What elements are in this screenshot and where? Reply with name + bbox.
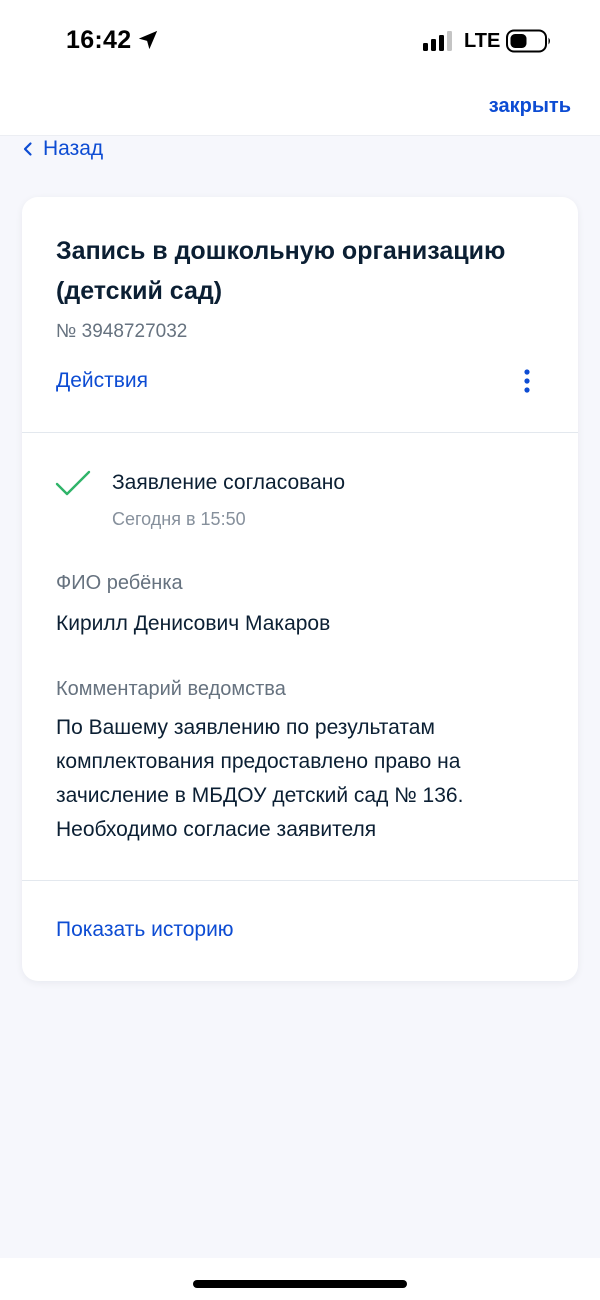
back-link[interactable]: Назад xyxy=(22,135,103,163)
department-comment-value: По Вашему заявлению по результатам компл… xyxy=(56,716,464,841)
divider xyxy=(22,432,578,433)
child-name-value: Кирилл Денисович Макаров xyxy=(56,612,331,635)
child-name-label: ФИО ребёнка xyxy=(56,572,183,594)
application-card: Запись в дошкольную организацию (детский… xyxy=(22,197,578,981)
kebab-menu-icon[interactable] xyxy=(519,367,535,395)
back-label: Назад xyxy=(43,137,104,160)
application-title: Запись в дошкольную организацию (детский… xyxy=(56,237,506,305)
signal-icon xyxy=(423,31,452,51)
show-history-link[interactable]: Показать историю xyxy=(56,918,234,942)
status-title: Заявление согласовано xyxy=(112,471,346,494)
battery-icon xyxy=(506,29,550,53)
department-comment-label: Комментарий ведомства xyxy=(56,678,286,700)
home-indicator[interactable] xyxy=(193,1280,407,1288)
network-type: LTE xyxy=(464,30,501,52)
chevron-left-icon xyxy=(23,142,32,156)
status-bar: 16:42 LTE xyxy=(0,0,600,82)
status-time: 16:42 xyxy=(66,26,132,54)
close-link[interactable]: закрыть xyxy=(489,95,571,118)
top-bar: закрыть xyxy=(0,82,600,136)
bottom-area xyxy=(0,1258,600,1300)
divider xyxy=(22,880,578,881)
checkmark-icon xyxy=(55,470,91,496)
location-arrow-icon xyxy=(138,30,158,50)
actions-link[interactable]: Действия xyxy=(56,369,148,393)
application-number: № 3948727032 xyxy=(56,321,188,342)
status-timestamp: Сегодня в 15:50 xyxy=(112,509,246,529)
